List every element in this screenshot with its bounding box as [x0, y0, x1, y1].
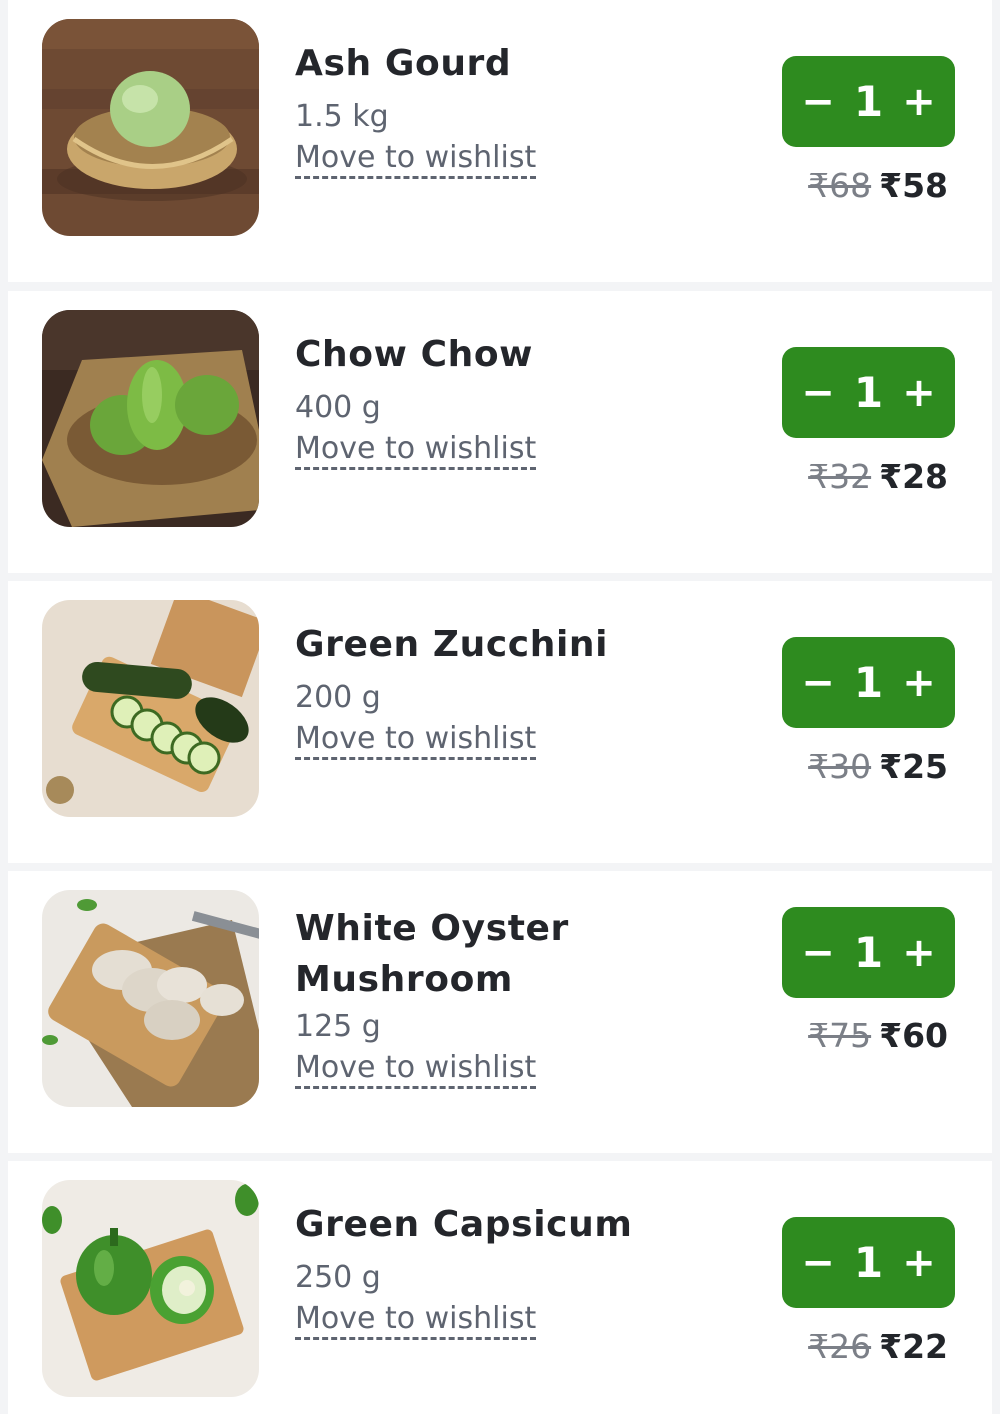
cart-item: Green Capsicum 250 g Move to wishlist − … [8, 1161, 992, 1414]
original-price: ₹26 [808, 1327, 872, 1366]
chow-chow-image[interactable] [42, 310, 259, 527]
quantity-stepper: − 1 + [782, 1217, 955, 1308]
item-weight: 250 g [295, 1260, 381, 1295]
cart-item: White Oyster Mushroom 125 g Move to wish… [8, 871, 992, 1153]
increase-quantity-button[interactable]: + [901, 923, 937, 983]
discounted-price: ₹25 [879, 747, 948, 786]
decrease-quantity-button[interactable]: − [800, 923, 836, 983]
item-weight: 200 g [295, 680, 381, 715]
original-price: ₹32 [808, 457, 872, 496]
item-name: Green Zucchini [295, 624, 609, 665]
zucchini-image[interactable] [42, 600, 259, 817]
item-name: Chow Chow [295, 334, 534, 375]
original-price: ₹68 [808, 166, 872, 205]
quantity-stepper: − 1 + [782, 347, 955, 438]
quantity-value: 1 [853, 77, 884, 126]
quantity-stepper: − 1 + [782, 56, 955, 147]
quantity-value: 1 [853, 1238, 884, 1287]
move-to-wishlist-link[interactable]: Move to wishlist [295, 143, 537, 179]
increase-quantity-button[interactable]: + [901, 1233, 937, 1293]
price-block: ₹32 ₹28 [708, 457, 948, 497]
quantity-value: 1 [853, 928, 884, 977]
item-weight: 1.5 kg [295, 99, 389, 134]
item-name: White Oyster Mushroom [295, 908, 569, 1000]
item-name: Ash Gourd [295, 43, 512, 84]
item-weight: 125 g [295, 1009, 381, 1044]
price-block: ₹68 ₹58 [708, 166, 948, 206]
cart-item-list: Ash Gourd 1.5 kg Move to wishlist − 1 + … [0, 0, 1000, 1414]
price-block: ₹26 ₹22 [708, 1327, 948, 1367]
decrease-quantity-button[interactable]: − [800, 1233, 836, 1293]
cart-item: Green Zucchini 200 g Move to wishlist − … [8, 581, 992, 863]
item-weight: 400 g [295, 390, 381, 425]
ash-gourd-image[interactable] [42, 19, 259, 236]
quantity-value: 1 [853, 658, 884, 707]
quantity-stepper: − 1 + [782, 907, 955, 998]
discounted-price: ₹60 [879, 1016, 948, 1055]
original-price: ₹30 [808, 747, 872, 786]
price-block: ₹75 ₹60 [708, 1016, 948, 1056]
decrease-quantity-button[interactable]: − [800, 363, 836, 423]
move-to-wishlist-link[interactable]: Move to wishlist [295, 434, 537, 470]
cart-item: Chow Chow 400 g Move to wishlist − 1 + ₹… [8, 291, 992, 573]
discounted-price: ₹28 [879, 457, 948, 496]
move-to-wishlist-link[interactable]: Move to wishlist [295, 724, 537, 760]
quantity-value: 1 [853, 368, 884, 417]
decrease-quantity-button[interactable]: − [800, 653, 836, 713]
increase-quantity-button[interactable]: + [901, 653, 937, 713]
increase-quantity-button[interactable]: + [901, 72, 937, 132]
mushroom-image[interactable] [42, 890, 259, 1107]
capsicum-image[interactable] [42, 1180, 259, 1397]
original-price: ₹75 [808, 1016, 872, 1055]
move-to-wishlist-link[interactable]: Move to wishlist [295, 1304, 537, 1340]
discounted-price: ₹58 [879, 166, 948, 205]
cart-item: Ash Gourd 1.5 kg Move to wishlist − 1 + … [8, 0, 992, 282]
item-name: Green Capsicum [295, 1204, 633, 1245]
price-block: ₹30 ₹25 [708, 747, 948, 787]
discounted-price: ₹22 [879, 1327, 948, 1366]
increase-quantity-button[interactable]: + [901, 363, 937, 423]
quantity-stepper: − 1 + [782, 637, 955, 728]
move-to-wishlist-link[interactable]: Move to wishlist [295, 1053, 537, 1089]
decrease-quantity-button[interactable]: − [800, 72, 836, 132]
